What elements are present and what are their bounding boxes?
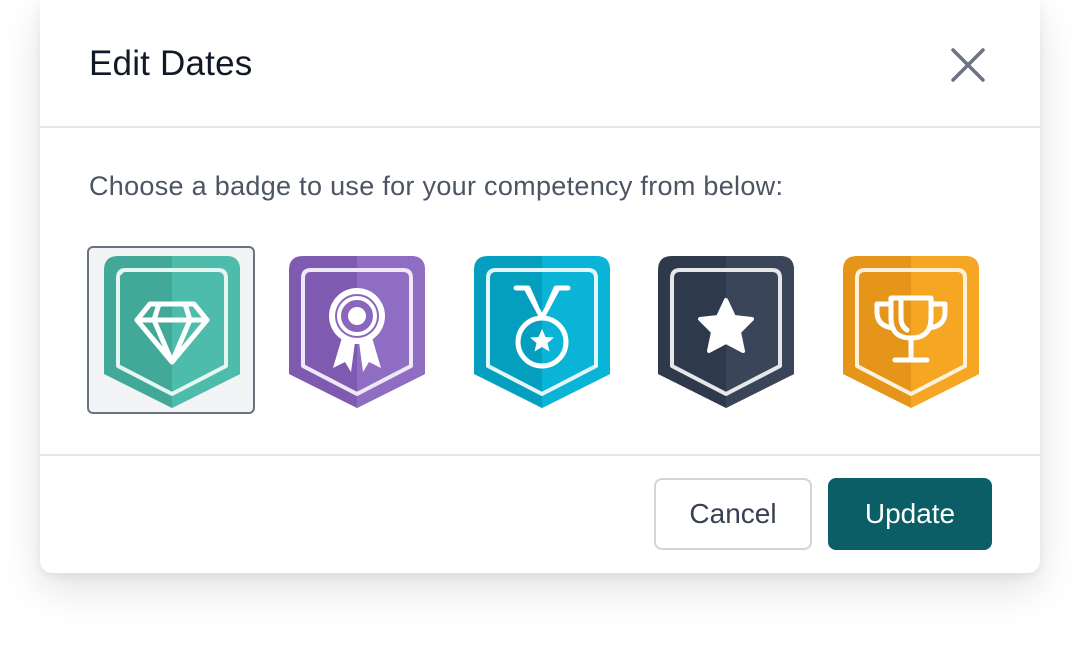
close-button[interactable] bbox=[944, 43, 990, 89]
badge-option-medal[interactable] bbox=[457, 246, 625, 414]
close-icon bbox=[951, 48, 985, 82]
badge-option-trophy[interactable] bbox=[826, 246, 994, 414]
edit-dates-modal: Edit Dates Choose a badge to use for you… bbox=[40, 0, 1040, 573]
badge-option-rosette[interactable] bbox=[272, 246, 440, 414]
footer-divider bbox=[40, 454, 1040, 456]
badge-prompt: Choose a badge to use for your competenc… bbox=[89, 171, 784, 201]
update-button[interactable]: Update bbox=[828, 478, 992, 550]
badge-option-star[interactable] bbox=[641, 246, 809, 414]
modal-header: Edit Dates bbox=[40, 0, 1040, 128]
cancel-button[interactable]: Cancel bbox=[654, 478, 812, 550]
badge-option-diamond[interactable] bbox=[87, 246, 255, 414]
modal-title: Edit Dates bbox=[89, 44, 253, 83]
